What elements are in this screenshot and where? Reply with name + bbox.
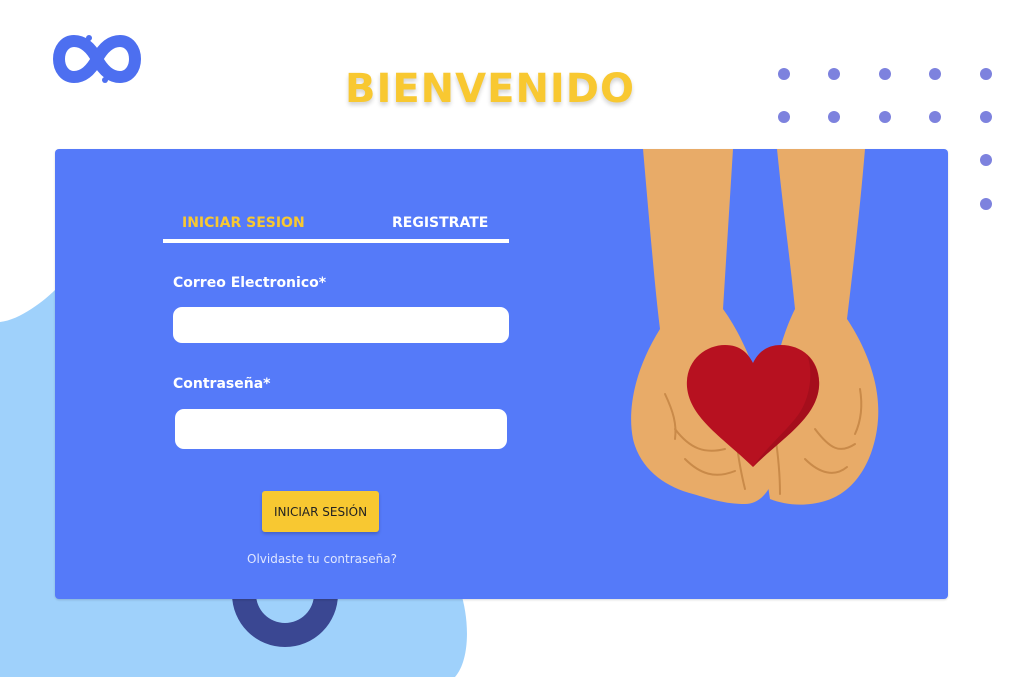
tab-login[interactable]: INICIAR SESION — [182, 215, 305, 231]
tab-register[interactable]: REGISTRATE — [392, 215, 488, 231]
heart-hands-illustration — [631, 149, 879, 505]
password-label: Contraseña* — [173, 376, 271, 392]
decorative-ring — [232, 594, 338, 647]
page-title: BIENVENIDO — [344, 66, 636, 112]
login-card: INICIAR SESION REGISTRATE Correo Electro… — [55, 149, 948, 599]
email-field[interactable] — [173, 307, 509, 343]
password-field[interactable] — [175, 409, 507, 449]
tab-underline — [163, 239, 509, 243]
email-label: Correo Electronico* — [173, 275, 327, 291]
forgot-password-link[interactable]: Olvidaste tu contraseña? — [247, 552, 397, 566]
login-button[interactable]: INICIAR SESIÓN — [262, 491, 379, 532]
